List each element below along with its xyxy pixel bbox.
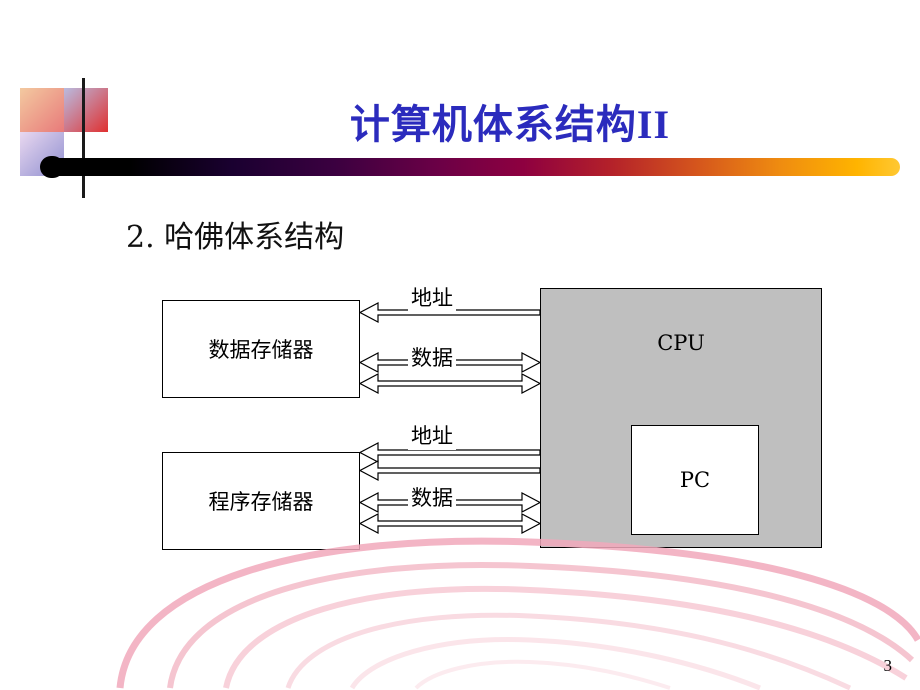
label-address-bus-program: 地址 [408, 420, 456, 450]
box-data-memory: 数据存储器 [162, 300, 360, 398]
data-bus-data-arrow-lower [358, 373, 542, 394]
box-program-memory-label: 程序存储器 [208, 490, 314, 514]
box-cpu: CPU PC [540, 288, 822, 548]
label-data-bus-program: 数据 [408, 482, 456, 512]
slide-canvas: 计算机体系结构II 2. 哈佛体系结构 数据存储器 程序存储器 CPU PC 地… [0, 0, 920, 690]
page-number: 3 [883, 656, 893, 675]
box-cpu-label: CPU [657, 331, 705, 355]
address-bus-program-arrow-lower [358, 460, 541, 481]
decorative-swirl [116, 537, 920, 690]
label-data-bus-data: 数据 [408, 342, 456, 372]
label-address-bus-data: 地址 [408, 282, 456, 312]
box-data-memory-label: 数据存储器 [208, 338, 314, 362]
box-pc-label: PC [679, 468, 711, 492]
box-pc: PC [631, 425, 759, 535]
